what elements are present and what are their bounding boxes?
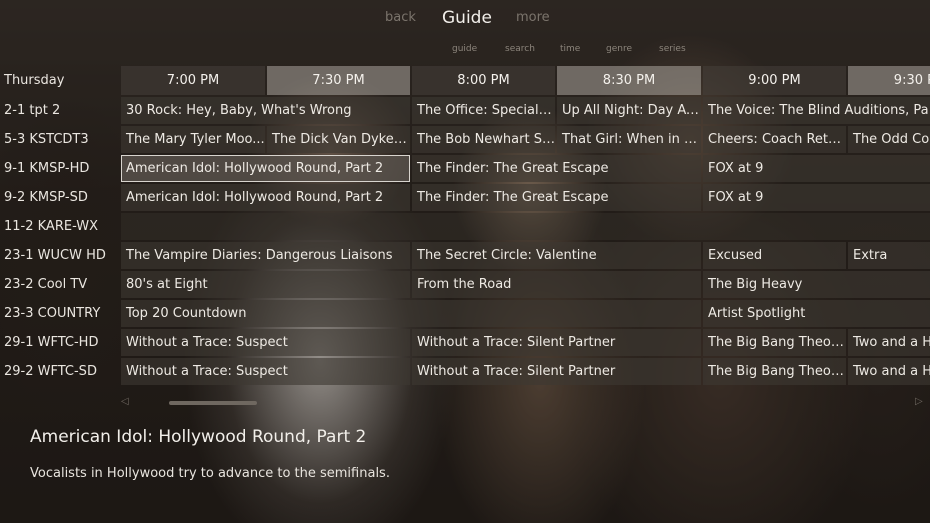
program-cell[interactable]: Without a Trace: Silent Partner bbox=[412, 358, 701, 385]
program-cell[interactable]: Two and a Half Men bbox=[848, 329, 930, 356]
program-cell[interactable]: Without a Trace: Silent Partner bbox=[412, 329, 701, 356]
channel-row: 9-2 KMSP-SD American Idol: Hollywood Rou… bbox=[0, 183, 930, 212]
channel-label[interactable]: 2-1 tpt 2 bbox=[4, 96, 60, 125]
program-cell[interactable]: American Idol: Hollywood Round, Part 2 bbox=[121, 184, 410, 211]
program-cell[interactable]: The Office: Special P... bbox=[412, 97, 555, 124]
program-cell[interactable]: The Dick Van Dyke S... bbox=[267, 126, 410, 153]
program-cell[interactable]: FOX at 9 bbox=[703, 155, 930, 182]
channel-row: 29-2 WFTC-SD Without a Trace: Suspect Wi… bbox=[0, 357, 930, 386]
program-cell[interactable]: Up All Night: Day Aft... bbox=[557, 97, 701, 124]
program-cell[interactable]: Cheers: Coach Retur... bbox=[703, 126, 846, 153]
time-slot[interactable]: 7:00 PM bbox=[121, 66, 265, 95]
channel-row: 23-2 Cool TV 80's at Eight From the Road… bbox=[0, 270, 930, 299]
program-cell[interactable]: The Big Heavy bbox=[703, 271, 930, 298]
program-cell[interactable]: The Big Bang Theory... bbox=[703, 329, 846, 356]
program-cell[interactable]: 30 Rock: Hey, Baby, What's Wrong bbox=[121, 97, 410, 124]
channel-label[interactable]: 9-1 KMSP-HD bbox=[4, 154, 89, 183]
scroll-right-arrow-icon[interactable]: ▷ bbox=[915, 396, 923, 407]
channel-label[interactable]: 9-2 KMSP-SD bbox=[4, 183, 88, 212]
program-cell[interactable] bbox=[121, 213, 930, 240]
program-cell[interactable]: FOX at 9 bbox=[703, 184, 930, 211]
channel-label[interactable]: 29-1 WFTC-HD bbox=[4, 328, 98, 357]
top-navigation: back Guide more bbox=[0, 0, 930, 36]
program-cell[interactable]: The Finder: The Great Escape bbox=[412, 184, 701, 211]
channel-row: 9-1 KMSP-HD American Idol: Hollywood Rou… bbox=[0, 154, 930, 183]
program-cell-selected[interactable]: American Idol: Hollywood Round, Part 2 bbox=[121, 155, 410, 182]
selected-program-description: Vocalists in Hollywood try to advance to… bbox=[30, 466, 390, 481]
time-slot[interactable]: 9:30 PM bbox=[848, 66, 930, 95]
program-cell[interactable]: Top 20 Countdown bbox=[121, 300, 701, 327]
time-header: 7:00 PM 7:30 PM 8:00 PM 8:30 PM 9:00 PM … bbox=[121, 66, 930, 95]
channel-label[interactable]: 5-3 KSTCDT3 bbox=[4, 125, 89, 154]
program-cell[interactable]: The Finder: The Great Escape bbox=[412, 155, 701, 182]
channel-row: 11-2 KARE-WX bbox=[0, 212, 930, 241]
channel-row: 5-3 KSTCDT3 The Mary Tyler Moo... The Di… bbox=[0, 125, 930, 154]
program-cell[interactable]: 80's at Eight bbox=[121, 271, 410, 298]
channel-label[interactable]: 23-2 Cool TV bbox=[4, 270, 87, 299]
page-title: Guide bbox=[442, 8, 492, 28]
scroll-left-arrow-icon[interactable]: ◁ bbox=[121, 396, 129, 407]
channel-label[interactable]: 29-2 WFTC-SD bbox=[4, 357, 97, 386]
program-cell[interactable]: The Voice: The Blind Auditions, Part 1 bbox=[703, 97, 930, 124]
time-slot[interactable]: 7:30 PM bbox=[267, 66, 410, 95]
sub-navigation: guide search time genre series bbox=[0, 44, 930, 58]
program-cell[interactable]: The Vampire Diaries: Dangerous Liaisons bbox=[121, 242, 410, 269]
more-button[interactable]: more bbox=[516, 10, 550, 25]
subnav-time[interactable]: time bbox=[560, 44, 580, 54]
channel-label[interactable]: 11-2 KARE-WX bbox=[4, 212, 98, 241]
scroll-thumb[interactable] bbox=[169, 401, 257, 405]
channel-row: 23-1 WUCW HD The Vampire Diaries: Danger… bbox=[0, 241, 930, 270]
day-label: Thursday bbox=[4, 73, 65, 88]
program-cell[interactable]: The Odd Couple bbox=[848, 126, 930, 153]
back-button[interactable]: back bbox=[385, 10, 416, 25]
program-cell[interactable]: Extra bbox=[848, 242, 930, 269]
program-cell[interactable]: Artist Spotlight bbox=[703, 300, 930, 327]
channel-row: 23-3 COUNTRY Top 20 Countdown Artist Spo… bbox=[0, 299, 930, 328]
channel-label[interactable]: 23-3 COUNTRY bbox=[4, 299, 100, 328]
channel-row: 29-1 WFTC-HD Without a Trace: Suspect Wi… bbox=[0, 328, 930, 357]
program-cell[interactable]: That Girl: When in R... bbox=[557, 126, 701, 153]
time-slot[interactable]: 8:00 PM bbox=[412, 66, 555, 95]
program-cell[interactable]: Without a Trace: Suspect bbox=[121, 358, 410, 385]
subnav-guide[interactable]: guide bbox=[452, 44, 477, 54]
subnav-series[interactable]: series bbox=[659, 44, 686, 54]
program-cell[interactable]: The Big Bang Theory... bbox=[703, 358, 846, 385]
program-cell[interactable]: From the Road bbox=[412, 271, 701, 298]
subnav-search[interactable]: search bbox=[505, 44, 535, 54]
program-cell[interactable]: The Mary Tyler Moo... bbox=[121, 126, 265, 153]
program-cell[interactable]: The Secret Circle: Valentine bbox=[412, 242, 701, 269]
program-cell[interactable]: Without a Trace: Suspect bbox=[121, 329, 410, 356]
program-cell[interactable]: The Bob Newhart Sh... bbox=[412, 126, 555, 153]
channel-label[interactable]: 23-1 WUCW HD bbox=[4, 241, 106, 270]
channel-row: 2-1 tpt 2 30 Rock: Hey, Baby, What's Wro… bbox=[0, 96, 930, 125]
time-slot[interactable]: 9:00 PM bbox=[703, 66, 846, 95]
time-slot[interactable]: 8:30 PM bbox=[557, 66, 701, 95]
selected-program-title: American Idol: Hollywood Round, Part 2 bbox=[30, 427, 367, 447]
subnav-genre[interactable]: genre bbox=[606, 44, 632, 54]
horizontal-scrollbar[interactable]: ◁ ▷ bbox=[121, 396, 930, 409]
program-cell[interactable]: Two and a Half Men bbox=[848, 358, 930, 385]
program-cell[interactable]: Excused bbox=[703, 242, 846, 269]
